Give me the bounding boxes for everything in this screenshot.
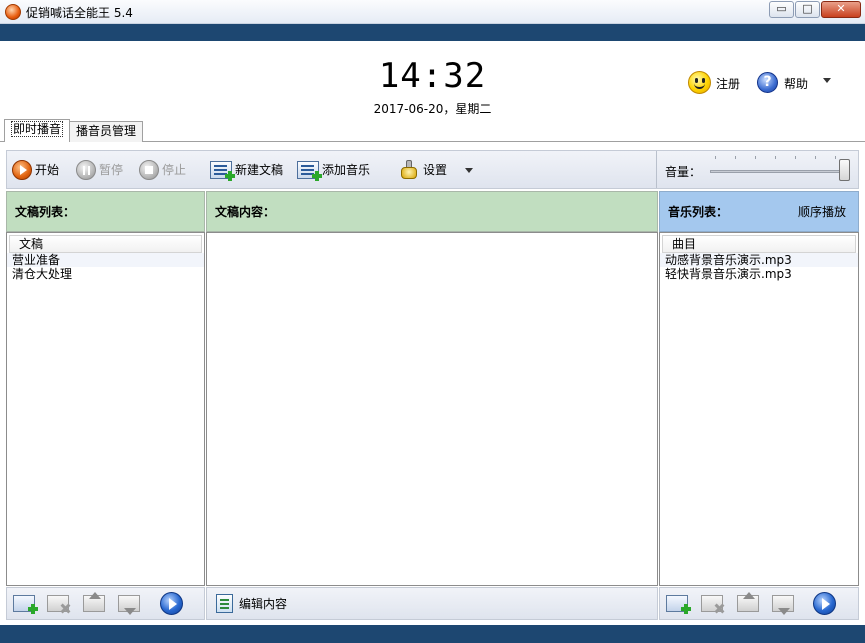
new-document-icon (210, 161, 235, 181)
edit-document-icon (216, 594, 233, 613)
pause-label: 暂停 (99, 163, 124, 177)
volume-tick (835, 156, 836, 159)
play-script-button[interactable] (160, 592, 184, 615)
toolbar-separator (656, 151, 657, 188)
smiley-icon[interactable] (688, 71, 711, 94)
volume-tick (815, 156, 816, 159)
move-up-music-button[interactable] (737, 592, 761, 614)
music-panel-header: 音乐列表： 顺序播放 (659, 191, 859, 232)
bottom-band (0, 625, 865, 643)
add-icon (13, 595, 38, 614)
chevron-down-icon (465, 167, 473, 173)
window-title: 促销喊话全能王 5.4 (26, 6, 133, 20)
scripts-list[interactable]: 文稿 营业准备 清仓大处理 (6, 232, 205, 586)
close-button[interactable]: ✕ (821, 1, 861, 18)
move-down-icon (772, 595, 794, 615)
scripts-column-header[interactable]: 文稿 (9, 235, 202, 253)
script-content-area[interactable] (206, 232, 658, 586)
move-up-icon (83, 592, 105, 612)
help-link[interactable]: 帮助 (784, 75, 808, 92)
move-up-icon (737, 592, 759, 612)
edit-content-button[interactable]: 编辑内容 (216, 594, 287, 613)
pause-button[interactable]: 暂停 (76, 160, 123, 180)
volume-tick (775, 156, 776, 159)
volume-slider-thumb[interactable] (839, 159, 850, 181)
music-column-header[interactable]: 曲目 (662, 235, 856, 253)
content-panel-title: 文稿内容： (215, 205, 276, 219)
add-icon (666, 595, 691, 614)
volume-tick (715, 156, 716, 159)
list-item[interactable]: 动感背景音乐演示.mp3 (660, 253, 858, 267)
scripts-panel-header: 文稿列表： (6, 191, 205, 232)
volume-label: 音量： (665, 165, 702, 179)
music-list[interactable]: 曲目 动感背景音乐演示.mp3 轻快背景音乐演示.mp3 (659, 232, 859, 586)
tab-instant-broadcast[interactable]: 即时播音 (4, 119, 71, 142)
list-item[interactable]: 轻快背景音乐演示.mp3 (660, 267, 858, 281)
delete-script-button[interactable] (47, 592, 71, 614)
start-button[interactable]: 开始 (12, 160, 59, 180)
delete-icon (701, 595, 723, 612)
register-link[interactable]: 注册 (716, 75, 740, 92)
settings-button[interactable]: 设置 (398, 160, 447, 180)
play-mode-toggle[interactable]: 顺序播放 (798, 192, 846, 233)
volume-tick (755, 156, 756, 159)
edit-content-label: 编辑内容 (239, 597, 288, 611)
list-item[interactable]: 营业准备 (7, 253, 204, 267)
content-panel-header: 文稿内容： (206, 191, 658, 232)
add-music-button[interactable]: 添加音乐 (297, 160, 371, 181)
tab-announcer-management[interactable]: 播音员管理 (69, 121, 144, 142)
move-up-script-button[interactable] (83, 592, 107, 614)
minimize-button[interactable]: ▭ (769, 1, 794, 18)
maximize-button[interactable]: □ (795, 1, 820, 18)
add-script-button[interactable] (13, 592, 38, 614)
app-icon (5, 4, 21, 20)
delete-icon (47, 595, 69, 612)
move-down-icon (118, 595, 140, 615)
volume-tick (795, 156, 796, 159)
stop-icon (139, 160, 159, 180)
new-script-label: 新建文稿 (235, 163, 284, 177)
move-down-script-button[interactable] (118, 592, 142, 615)
volume-slider-track[interactable] (710, 170, 850, 173)
date-display: 2017-06-20，星期二 (373, 102, 492, 116)
play-icon (12, 160, 32, 180)
music-panel-title: 音乐列表： (668, 205, 729, 219)
settings-label: 设置 (423, 163, 448, 177)
chevron-down-icon[interactable] (823, 78, 831, 83)
top-band (0, 24, 865, 41)
tab-label: 即时播音 (11, 121, 64, 137)
list-item[interactable]: 清仓大处理 (7, 267, 204, 281)
play-icon (160, 592, 183, 615)
new-script-button[interactable]: 新建文稿 (210, 160, 284, 181)
add-music-track-button[interactable] (666, 592, 691, 614)
settings-icon (398, 159, 420, 181)
volume-tick (735, 156, 736, 159)
play-music-button[interactable] (813, 592, 837, 615)
add-music-label: 添加音乐 (322, 163, 371, 177)
pause-icon (76, 160, 96, 180)
delete-music-track-button[interactable] (701, 592, 725, 614)
scripts-panel-title: 文稿列表： (15, 205, 76, 219)
start-label: 开始 (35, 163, 60, 177)
stop-button[interactable]: 停止 (139, 160, 186, 180)
move-down-music-button[interactable] (772, 592, 796, 615)
play-icon (813, 592, 836, 615)
tab-label: 播音员管理 (76, 124, 137, 138)
stop-label: 停止 (162, 163, 187, 177)
help-icon[interactable]: ? (757, 72, 778, 93)
add-music-icon (297, 161, 322, 181)
settings-dropdown[interactable] (465, 160, 473, 180)
